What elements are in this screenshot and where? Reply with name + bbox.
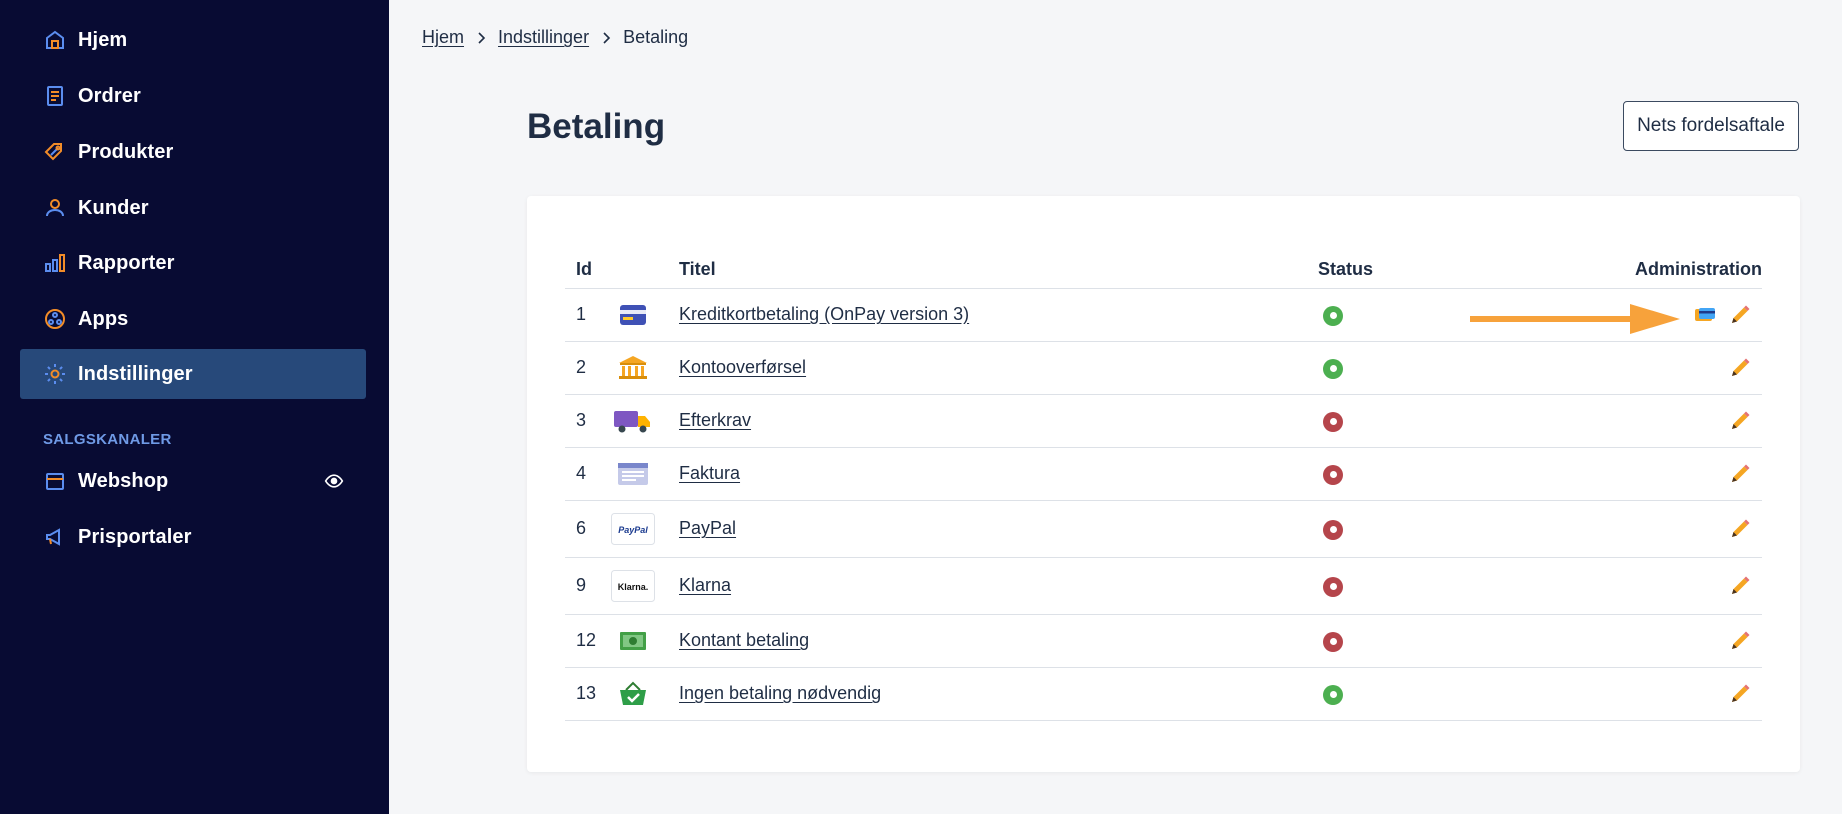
- delivery-truck-icon: [611, 405, 655, 437]
- sidebar-item-label: Indstillinger: [78, 362, 193, 385]
- table-row: 4 Faktura: [565, 447, 1762, 501]
- sidebar-item-ordrer[interactable]: Ordrer: [20, 71, 366, 121]
- sidebar-item-label: Hjem: [78, 28, 128, 51]
- invoice-icon: [611, 458, 655, 490]
- edit-pencil-icon[interactable]: [1728, 629, 1752, 653]
- sidebar-item-indstillinger[interactable]: Indstillinger: [20, 349, 366, 399]
- sidebar-item-webshop[interactable]: Webshop: [20, 456, 366, 506]
- edit-pencil-icon[interactable]: [1728, 409, 1752, 433]
- annotation-arrow-icon: [1470, 304, 1680, 334]
- edit-pencil-icon[interactable]: [1728, 356, 1752, 380]
- store-icon: [42, 468, 68, 494]
- sidebar-item-hjem[interactable]: Hjem: [20, 15, 366, 65]
- tag-icon: [42, 139, 68, 165]
- megaphone-icon: [42, 524, 68, 550]
- paypal-logo: PayPal: [611, 512, 655, 545]
- sidebar-item-label: Rapporter: [78, 251, 175, 274]
- payment-method-link[interactable]: Ingen betaling nødvendig: [679, 683, 881, 703]
- sidebar-item-label: Apps: [78, 307, 129, 330]
- edit-pencil-icon[interactable]: [1728, 517, 1752, 541]
- klarna-logo-text: Klarna.: [618, 582, 649, 592]
- chevron-right-icon: [601, 31, 611, 45]
- home-icon: [42, 27, 68, 53]
- header-status: Status: [1318, 252, 1518, 289]
- row-id: 6: [565, 500, 611, 558]
- bar-chart-icon: [42, 250, 68, 276]
- row-id: 1: [565, 288, 611, 342]
- table-row: 6 PayPal PayPal: [565, 500, 1762, 558]
- header-title: Titel: [679, 252, 1318, 289]
- sidebar: Hjem Ordrer Produkter Kunder Rapporter A…: [0, 0, 389, 814]
- payment-method-link[interactable]: PayPal: [679, 518, 736, 538]
- edit-pencil-icon[interactable]: [1728, 682, 1752, 706]
- table-row: 12 Kontant betaling: [565, 614, 1762, 668]
- header-icon: [611, 252, 679, 289]
- sidebar-item-rapporter[interactable]: Rapporter: [20, 238, 366, 288]
- table-header-row: Id Titel Status Administration: [565, 252, 1762, 289]
- card-settings-icon[interactable]: [1694, 307, 1716, 323]
- payment-method-link[interactable]: Efterkrav: [679, 410, 751, 430]
- row-id: 13: [565, 667, 611, 721]
- breadcrumb-link-hjem[interactable]: Hjem: [422, 27, 464, 48]
- breadcrumb-current: Betaling: [623, 27, 689, 47]
- status-active-indicator: [1323, 305, 1343, 326]
- row-id: 3: [565, 394, 611, 448]
- user-icon: [42, 195, 68, 221]
- sidebar-item-label: Prisportaler: [78, 525, 192, 548]
- row-id: 4: [565, 447, 611, 501]
- payment-method-link[interactable]: Klarna: [679, 575, 731, 595]
- klarna-logo: Klarna.: [611, 569, 655, 602]
- paypal-logo-text: PayPal: [618, 525, 648, 535]
- payment-method-link[interactable]: Kontooverførsel: [679, 357, 806, 377]
- status-active-indicator: [1323, 358, 1343, 379]
- sidebar-item-kunder[interactable]: Kunder: [20, 183, 366, 233]
- gear-icon: [42, 361, 68, 387]
- breadcrumb-link-indstillinger[interactable]: Indstillinger: [498, 27, 589, 48]
- table-row: 2 Kontooverførsel: [565, 341, 1762, 395]
- payment-method-link[interactable]: Faktura: [679, 463, 740, 483]
- table-row: 13 Ingen betaling nødvendig: [565, 667, 1762, 721]
- sidebar-item-label: Kunder: [78, 196, 149, 219]
- payment-method-link[interactable]: Kontant betaling: [679, 630, 809, 650]
- status-inactive-indicator: [1323, 631, 1343, 652]
- basket-check-icon: [611, 678, 655, 710]
- payment-method-link[interactable]: Kreditkortbetaling (OnPay version 3): [679, 304, 969, 324]
- table-row: 3 Efterkrav: [565, 394, 1762, 448]
- status-inactive-indicator: [1323, 411, 1343, 432]
- sidebar-item-apps[interactable]: Apps: [20, 294, 366, 344]
- sidebar-item-label: Produkter: [78, 140, 174, 163]
- sidebar-item-produkter[interactable]: Produkter: [20, 127, 366, 177]
- chevron-right-icon: [476, 31, 486, 45]
- status-inactive-indicator: [1323, 464, 1343, 485]
- edit-pencil-icon[interactable]: [1728, 303, 1752, 327]
- row-id: 12: [565, 614, 611, 668]
- credit-card-icon: [611, 299, 655, 331]
- apps-icon: [42, 306, 68, 332]
- sales-channels-heading: SALGSKANALER: [43, 431, 172, 448]
- sidebar-item-prisportaler[interactable]: Prisportaler: [20, 512, 366, 562]
- breadcrumb: Hjem Indstillinger Betaling: [422, 27, 688, 48]
- orders-icon: [42, 83, 68, 109]
- header-id: Id: [565, 252, 611, 289]
- edit-pencil-icon[interactable]: [1728, 462, 1752, 486]
- payment-methods-card: Id Titel Status Administration 1 Kreditk…: [527, 196, 1800, 772]
- status-inactive-indicator: [1323, 576, 1343, 597]
- row-id: 2: [565, 341, 611, 395]
- sidebar-item-label: Webshop: [78, 469, 169, 492]
- page-title: Betaling: [527, 107, 666, 146]
- nets-fordelsaftale-button[interactable]: Nets fordelsaftale: [1623, 101, 1799, 151]
- status-active-indicator: [1323, 684, 1343, 705]
- header-administration: Administration: [1518, 252, 1762, 289]
- status-inactive-indicator: [1323, 519, 1343, 540]
- cash-icon: [611, 625, 655, 657]
- sidebar-item-label: Ordrer: [78, 84, 141, 107]
- eye-icon[interactable]: [324, 471, 344, 491]
- table-row: 9 Klarna. Klarna: [565, 557, 1762, 615]
- bank-icon: [611, 352, 655, 384]
- edit-pencil-icon[interactable]: [1728, 574, 1752, 598]
- row-id: 9: [565, 557, 611, 615]
